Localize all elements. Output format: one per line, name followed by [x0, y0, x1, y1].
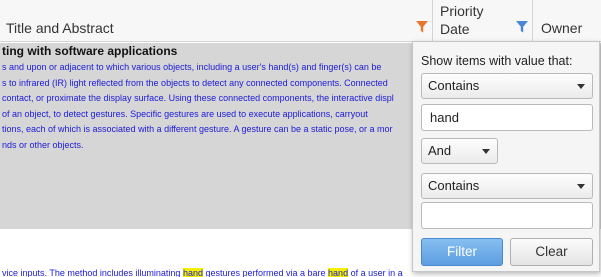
- chevron-down-icon: [577, 84, 585, 89]
- search-highlight: hand: [182, 268, 203, 277]
- filter-prompt: Show items with value that:: [421, 54, 573, 68]
- column-header-owner[interactable]: Owner: [533, 0, 601, 42]
- value2-input[interactable]: [421, 202, 593, 229]
- abstract-line: s and upon or adjacent to which various …: [2, 62, 382, 72]
- chevron-down-icon: [482, 149, 490, 154]
- filter-icon[interactable]: [415, 20, 429, 34]
- filter-icon[interactable]: [515, 20, 529, 34]
- abstract-text: of a user in a: [348, 268, 403, 277]
- value1-input[interactable]: [421, 104, 593, 131]
- condition1-value: Contains: [428, 78, 480, 93]
- row-title: ting with software applications: [2, 44, 178, 58]
- condition2-select[interactable]: Contains: [421, 173, 593, 199]
- search-highlight: hand: [328, 268, 349, 277]
- abstract-line: s to infrared (IR) light reflected from …: [2, 77, 388, 88]
- condition1-select[interactable]: Contains: [421, 73, 593, 99]
- row-abstract: s and upon or adjacent to which various …: [2, 60, 442, 153]
- row-abstract: vice inputs. The method includes illumin…: [2, 266, 442, 277]
- filter-popup: Show items with value that: Contains And…: [412, 41, 600, 272]
- grid-header: Title and Abstract Priority Date Owner: [0, 0, 601, 42]
- clear-button[interactable]: Clear: [510, 238, 593, 266]
- column-header-label: Owner: [541, 20, 583, 36]
- chevron-down-icon: [577, 184, 585, 189]
- operator-select[interactable]: And: [421, 138, 498, 164]
- abstract-line: contact, or proximate the display surfac…: [2, 93, 394, 103]
- abstract-line: of an object, to detect gestures. Specif…: [2, 108, 368, 119]
- column-header-title-abstract[interactable]: Title and Abstract: [0, 0, 433, 42]
- abstract-text: gestures performed via a bare: [202, 268, 329, 277]
- column-header-label: Title and Abstract: [6, 20, 114, 36]
- condition2-value: Contains: [428, 178, 480, 193]
- abstract-line: vice inputs. The method includes illumin…: [2, 266, 442, 277]
- abstract-line: tions, each of which is associated with …: [2, 124, 393, 134]
- filter-button[interactable]: Filter: [421, 238, 503, 266]
- column-header-priority-date[interactable]: Priority Date: [433, 0, 533, 42]
- abstract-line: nds or other objects.: [2, 139, 84, 150]
- abstract-text: vice inputs. The method includes illumin…: [2, 268, 183, 277]
- operator-value: And: [428, 143, 452, 158]
- column-header-label: Priority Date: [440, 3, 484, 37]
